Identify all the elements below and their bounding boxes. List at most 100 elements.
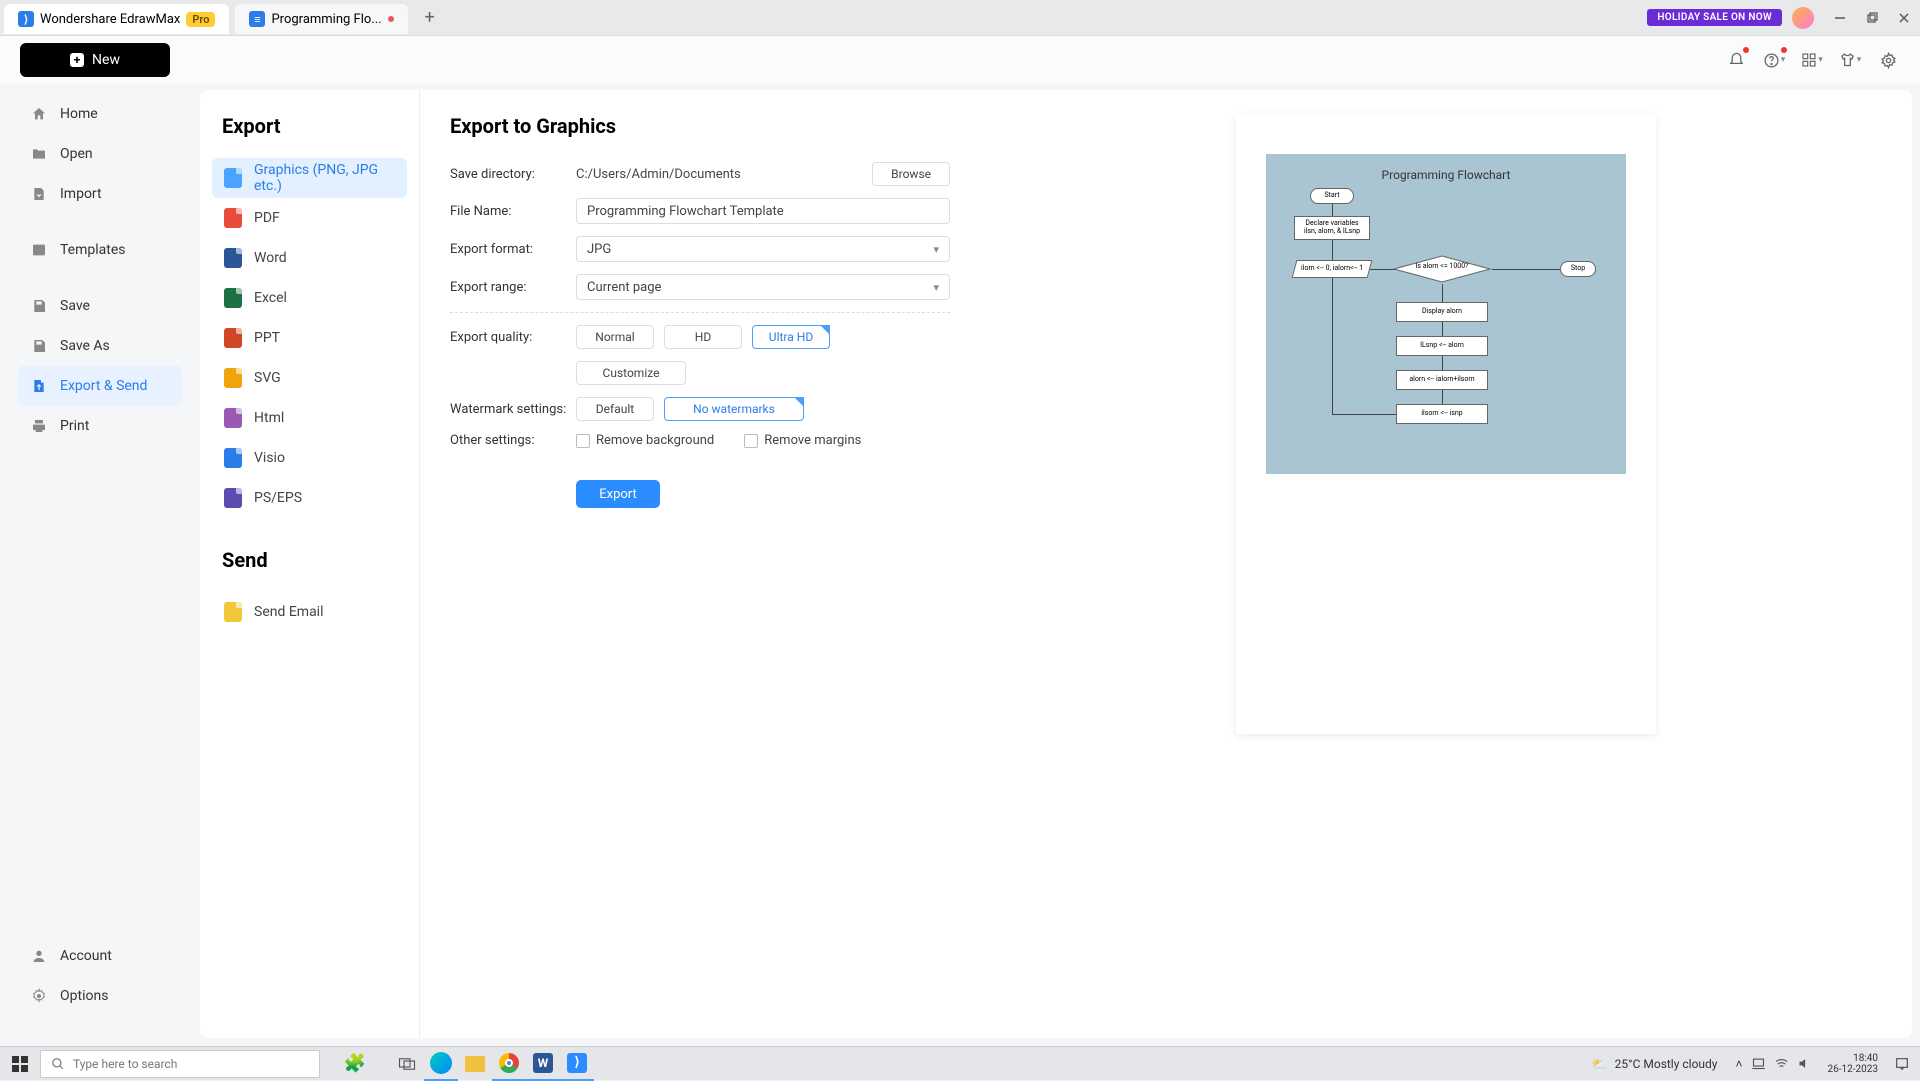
file-icon <box>224 288 242 308</box>
label: Templates <box>60 242 126 258</box>
label: Account <box>60 948 112 964</box>
import-icon <box>30 185 48 203</box>
tray-wifi-icon[interactable] <box>1774 1056 1789 1071</box>
time: 18:40 <box>1828 1053 1879 1064</box>
export-item-excel[interactable]: Excel <box>212 278 407 318</box>
content: Export Graphics (PNG, JPG etc.) PDF Word… <box>200 90 1912 1038</box>
taskbar-taskview[interactable] <box>390 1047 424 1081</box>
apps-icon[interactable]: ▾ <box>1800 48 1824 72</box>
remove-margins-checkbox[interactable]: Remove margins <box>744 433 861 448</box>
tab-document[interactable]: ≡ Programming Flo... <box>235 4 407 34</box>
app-icon: ⟩ <box>18 11 34 27</box>
start-button[interactable] <box>0 1047 40 1081</box>
taskbar-chrome[interactable] <box>492 1047 526 1081</box>
other-label: Other settings: <box>450 433 576 448</box>
flowchart-preview: Programming Flowchart Start Declare vari… <box>1266 154 1626 474</box>
range-value: Current page <box>587 280 661 295</box>
export-item-ppt[interactable]: PPT <box>212 318 407 358</box>
cb-label: Remove margins <box>764 433 861 448</box>
fc-p3: alorn <-- ialorn+ilsorn <box>1396 370 1488 390</box>
format-select[interactable]: JPG <box>576 236 950 262</box>
format-value: JPG <box>587 242 611 257</box>
sidebar-item-import[interactable]: Import <box>18 174 182 214</box>
sidebar-item-home[interactable]: Home <box>18 94 182 134</box>
taskbar-widget[interactable]: 🧩 <box>320 1047 390 1081</box>
quality-hd[interactable]: HD <box>664 325 742 349</box>
cb-label: Remove background <box>596 433 714 448</box>
fc-input: ilorn <-- 0, ialorn<-- 1 <box>1292 260 1373 278</box>
file-icon <box>224 328 242 348</box>
sidebar-item-save[interactable]: Save <box>18 286 182 326</box>
export-item-sendemail[interactable]: Send Email <box>212 592 407 632</box>
tab-label: Programming Flo... <box>271 12 381 27</box>
minimize-button[interactable] <box>1824 2 1856 34</box>
taskbar-explorer[interactable] <box>458 1047 492 1081</box>
label: Excel <box>254 290 287 306</box>
search-icon <box>51 1057 65 1071</box>
file-icon <box>224 248 242 268</box>
doc-icon: ≡ <box>249 11 265 27</box>
file-icon <box>224 368 242 388</box>
close-button[interactable] <box>1888 2 1920 34</box>
tray-chevron-icon[interactable]: ˄ <box>1735 1057 1742 1071</box>
tray-notification-icon[interactable] <box>1894 1056 1910 1072</box>
help-icon[interactable]: ▾ <box>1762 48 1786 72</box>
sidebar-item-saveas[interactable]: Save As <box>18 326 182 366</box>
export-item-pdf[interactable]: PDF <box>212 198 407 238</box>
avatar[interactable] <box>1792 7 1814 29</box>
tab-app[interactable]: ⟩ Wondershare EdrawMax Pro <box>4 4 229 34</box>
flowchart-title: Programming Flowchart <box>1286 168 1606 182</box>
sidebar-item-print[interactable]: Print <box>18 406 182 446</box>
sidebar-item-account[interactable]: Account <box>18 936 182 976</box>
clock[interactable]: 18:40 26-12-2023 <box>1820 1053 1887 1075</box>
taskbar-search[interactable]: Type here to search <box>40 1050 320 1078</box>
promo-banner[interactable]: HOLIDAY SALE ON NOW <box>1647 9 1782 26</box>
fc-p1: Display alorn <box>1396 302 1488 322</box>
shirt-icon[interactable]: ▾ <box>1838 48 1862 72</box>
export-item-html[interactable]: Html <box>212 398 407 438</box>
label: Save As <box>60 338 110 354</box>
taskbar-word[interactable]: W <box>526 1047 560 1081</box>
range-select[interactable]: Current page <box>576 274 950 300</box>
sidebar-item-templates[interactable]: Templates <box>18 230 182 270</box>
new-button[interactable]: + New <box>20 43 170 77</box>
export-item-svg[interactable]: SVG <box>212 358 407 398</box>
taskbar-edrawmax[interactable]: ⟩ <box>560 1047 594 1081</box>
customize-button[interactable]: Customize <box>576 361 686 385</box>
watermark-none[interactable]: No watermarks <box>664 397 804 421</box>
date: 26-12-2023 <box>1828 1064 1879 1075</box>
quality-ultrahd[interactable]: Ultra HD <box>752 325 830 349</box>
browse-button[interactable]: Browse <box>872 162 950 186</box>
templates-icon <box>30 241 48 259</box>
export-item-visio[interactable]: Visio <box>212 438 407 478</box>
sidebar-item-open[interactable]: Open <box>18 134 182 174</box>
taskbar-edge[interactable] <box>424 1047 458 1081</box>
weather-icon[interactable]: ⛅ <box>1592 1057 1607 1071</box>
notification-icon[interactable] <box>1724 48 1748 72</box>
file-icon <box>224 488 242 508</box>
fc-stop: Stop <box>1560 261 1596 277</box>
sidebar-item-options[interactable]: Options <box>18 976 182 1016</box>
settings-icon[interactable] <box>1876 48 1900 72</box>
filename-input[interactable] <box>576 198 950 224</box>
remove-background-checkbox[interactable]: Remove background <box>576 433 714 448</box>
tray-onedrive-icon[interactable] <box>1751 1056 1766 1071</box>
weather-text[interactable]: 25°C Mostly cloudy <box>1615 1057 1718 1071</box>
quality-normal[interactable]: Normal <box>576 325 654 349</box>
watermark-default[interactable]: Default <box>576 397 654 421</box>
label: Open <box>60 146 93 162</box>
tab-label: Wondershare EdrawMax <box>40 12 180 27</box>
maximize-button[interactable] <box>1856 2 1888 34</box>
new-tab-button[interactable]: + <box>416 4 444 32</box>
sidebar-item-export[interactable]: Export & Send <box>18 366 182 406</box>
export-item-pseps[interactable]: PS/EPS <box>212 478 407 518</box>
label: Save <box>60 298 90 314</box>
export-item-word[interactable]: Word <box>212 238 407 278</box>
label: Home <box>60 106 98 122</box>
file-sidebar: Home Open Import Templates Save Save As … <box>0 84 200 1046</box>
export-button[interactable]: Export <box>576 480 660 508</box>
tray-volume-icon[interactable] <box>1797 1056 1812 1071</box>
file-icon <box>224 168 242 188</box>
label: Send Email <box>254 604 324 620</box>
export-item-graphics[interactable]: Graphics (PNG, JPG etc.) <box>212 158 407 198</box>
